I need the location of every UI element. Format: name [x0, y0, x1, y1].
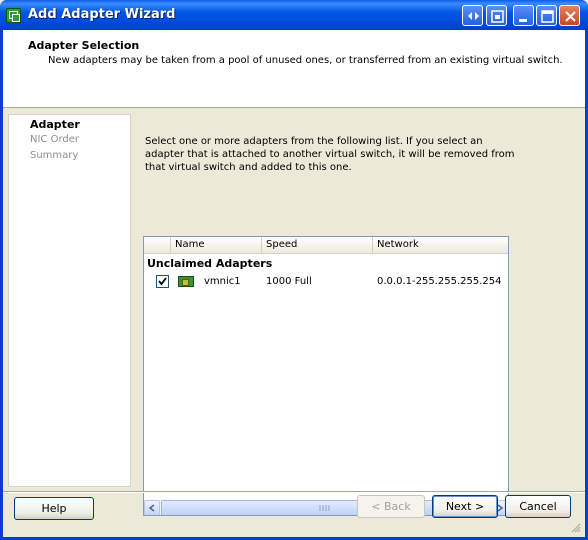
network-adapter-icon [178, 276, 194, 287]
adapter-list[interactable]: Name Speed Network Unclaimed Adapters vm… [143, 236, 509, 516]
instructions-text: Select one or more adapters from the fol… [145, 136, 515, 173]
list-header: Name Speed Network [144, 237, 508, 254]
column-header-name[interactable]: Name [171, 237, 262, 254]
adapter-checkbox[interactable] [156, 275, 169, 288]
restore-panel-icon[interactable] [486, 5, 507, 26]
page-title: Adapter Selection [28, 39, 140, 52]
back-button[interactable]: < Back [357, 495, 425, 518]
cancel-button[interactable]: Cancel [505, 495, 571, 518]
maximize-icon[interactable] [536, 5, 557, 26]
resize-grip-icon[interactable] [569, 521, 581, 533]
column-header-check[interactable] [144, 237, 171, 254]
wizard-client-area: Adapter Selection New adapters may be ta… [3, 30, 585, 537]
column-header-speed[interactable]: Speed [262, 237, 373, 254]
vsphere-app-icon [6, 8, 21, 23]
close-icon[interactable] [559, 5, 580, 26]
step-adapter[interactable]: Adapter [30, 118, 80, 131]
window-title: Add Adapter Wizard [28, 7, 176, 22]
step-nic-order[interactable]: NIC Order [30, 134, 79, 145]
adapter-speed: 1000 Full [266, 276, 312, 287]
wizard-window: Add Adapter Wizard Adapter Selection New… [0, 0, 588, 540]
adapter-name: vmnic1 [204, 276, 241, 287]
group-header-unclaimed: Unclaimed Adapters [147, 257, 273, 270]
table-row[interactable]: vmnic1 1000 Full 0.0.0.1-255.255.255.254 [144, 273, 508, 291]
page-subtitle: New adapters may be taken from a pool of… [48, 55, 563, 66]
collapse-arrows-icon[interactable] [462, 5, 483, 26]
wizard-steps-panel: Adapter NIC Order Summary [8, 114, 131, 487]
checkmark-icon [158, 277, 167, 286]
minimize-icon[interactable] [513, 5, 534, 26]
help-button[interactable]: Help [14, 497, 94, 520]
button-bar-divider [3, 491, 585, 493]
next-button[interactable]: Next > [432, 495, 498, 518]
adapter-network: 0.0.0.1-255.255.255.254 [377, 276, 502, 287]
scroll-left-icon[interactable] [144, 500, 160, 515]
column-header-network[interactable]: Network [373, 237, 508, 254]
wizard-content: Select one or more adapters from the fol… [135, 114, 575, 516]
wizard-header: Adapter Selection New adapters may be ta… [3, 30, 585, 108]
title-bar[interactable]: Add Adapter Wizard [0, 0, 588, 30]
step-summary[interactable]: Summary [30, 150, 78, 161]
